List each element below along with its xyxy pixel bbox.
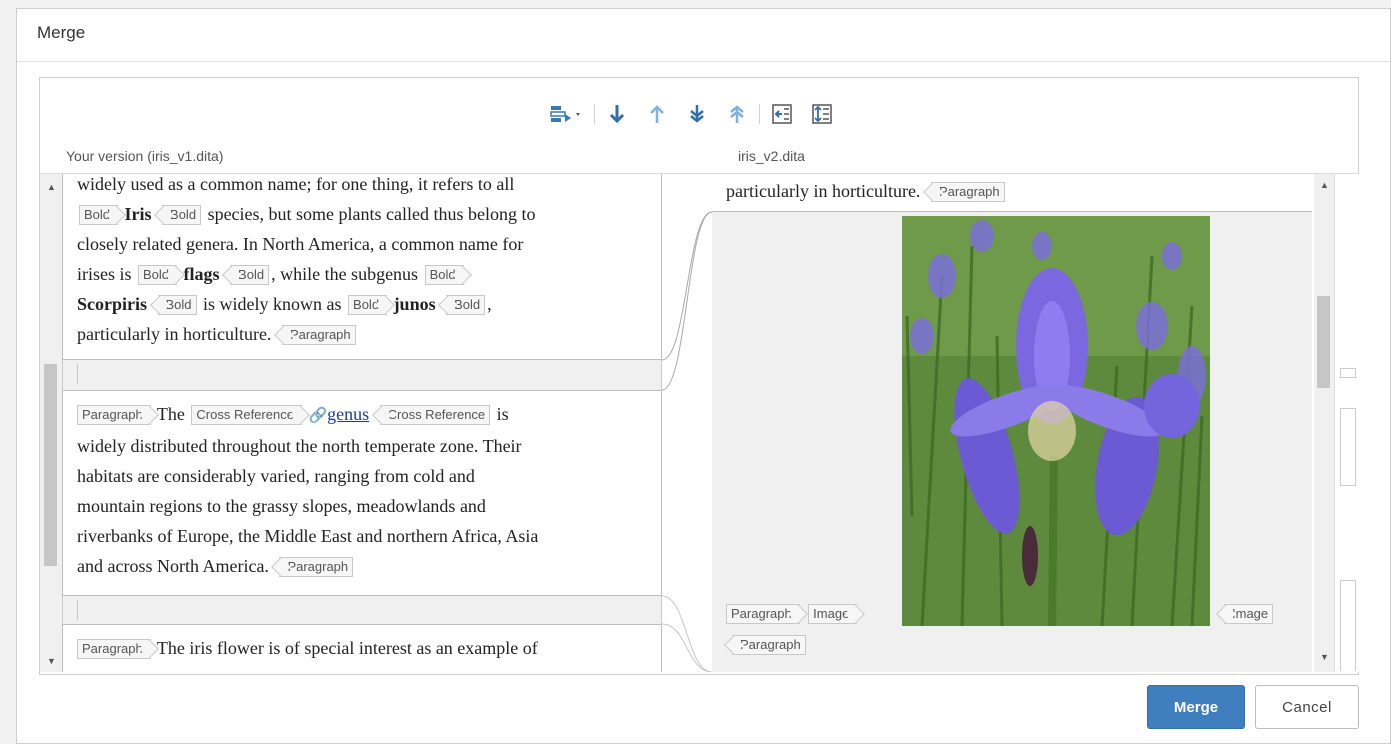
left-scrollbar[interactable]: ▲ ▼ <box>40 174 62 672</box>
text-line: widely distributed throughout the north … <box>77 436 522 456</box>
diff-gap <box>62 596 662 624</box>
text-line: Paragraph The Cross Reference 🔗genus Cro… <box>77 399 661 431</box>
merge-button[interactable]: Merge <box>1147 685 1245 729</box>
text-run: , while the subgenus <box>271 264 419 284</box>
cancel-button[interactable]: Cancel <box>1255 685 1359 729</box>
text-run: species, but some plants called thus bel… <box>207 204 536 224</box>
bold-tag: Bold <box>230 265 270 285</box>
paragraph-tag: Paragraph <box>281 325 356 345</box>
text-line: irises is Bold flags Bold, while the sub… <box>77 259 661 289</box>
bold-tag: Bold <box>162 205 202 225</box>
bold-flags: flags <box>183 264 220 284</box>
text-line: Bold Iris Bold species, but some plants … <box>77 199 661 229</box>
bold-tag: Bold <box>138 265 178 285</box>
text-run: , <box>487 294 492 314</box>
right-scrollbar[interactable]: ▲ ▼ <box>1314 174 1334 672</box>
bold-tag: Bold <box>79 205 119 225</box>
left-block-1: widely used as a common name; for one th… <box>62 174 662 360</box>
image-block: Paragraph Image Image Paragraph <box>712 212 1312 672</box>
bold-scorpiris: Scorpiris <box>77 294 147 314</box>
bold-tag: Bold <box>446 295 486 315</box>
paragraph-tag: Paragraph <box>732 635 806 655</box>
genus-link[interactable]: genus <box>327 404 369 424</box>
bold-tag: Bold <box>424 265 464 285</box>
text-line: mountain regions to the grassy slopes, m… <box>77 496 486 516</box>
text-line: Paragraph The iris flower is of special … <box>77 633 661 663</box>
text-run: The <box>156 404 185 424</box>
toolbar-separator <box>594 104 595 124</box>
overview-marker[interactable] <box>1340 368 1356 378</box>
text-run: particularly in horticulture. <box>726 181 921 201</box>
toolbar-separator <box>759 104 760 124</box>
left-scroll-thumb[interactable] <box>44 364 57 566</box>
text-line: riverbanks of Europe, the Middle East an… <box>77 526 539 546</box>
paragraph-tag: Paragraph <box>726 604 800 624</box>
text-run: irises is <box>77 264 132 284</box>
accept-left-icon[interactable] <box>770 102 794 126</box>
accept-all-icon[interactable] <box>810 102 834 126</box>
merge-mode-icon[interactable] <box>548 102 584 126</box>
right-block-1: particularly in horticulture. Paragraph <box>712 174 1312 212</box>
title-divider <box>17 61 1390 62</box>
image-tags-bottom: Paragraph <box>726 635 808 655</box>
text-line: and across North America. Paragraph <box>77 551 661 581</box>
text-run: and across North America. <box>77 556 269 576</box>
bold-tag: Bold <box>348 295 388 315</box>
image-tags-left: Paragraph Image <box>726 604 859 624</box>
text-line: widely used as a common name; for one th… <box>77 174 515 194</box>
text-line: habitats are considerably varied, rangin… <box>77 466 475 486</box>
previous-change-icon[interactable] <box>645 102 669 126</box>
image-tags-right: Image <box>1218 604 1275 624</box>
next-change-icon[interactable] <box>605 102 629 126</box>
merge-toolbar <box>540 102 842 126</box>
scroll-up-icon[interactable]: ▲ <box>1320 180 1329 190</box>
paragraph-tag: Paragraph <box>279 557 354 577</box>
paragraph-tag: Paragraph <box>77 405 151 425</box>
overview-viewport[interactable] <box>1340 408 1356 486</box>
left-block-2: Paragraph The Cross Reference 🔗genus Cro… <box>62 390 662 596</box>
text-run: is <box>496 404 509 424</box>
scroll-up-icon[interactable]: ▲ <box>47 182 56 192</box>
diff-connector <box>661 174 713 673</box>
last-change-icon[interactable] <box>685 102 709 126</box>
left-version-label: Your version (iris_v1.dita) <box>66 148 224 164</box>
right-version-label: iris_v2.dita <box>738 148 805 164</box>
text-line: particularly in horticulture. Paragraph <box>77 319 661 349</box>
text-run: The iris flower is of special interest a… <box>156 638 538 658</box>
link-icon: 🔗 <box>308 408 328 424</box>
dialog-title: Merge <box>37 23 86 42</box>
bold-junos: junos <box>393 294 436 314</box>
left-document-pane[interactable]: widely used as a common name; for one th… <box>62 174 662 672</box>
iris-image[interactable] <box>902 216 1210 627</box>
right-scroll-thumb[interactable] <box>1317 296 1330 388</box>
overview-strip[interactable] <box>1334 174 1359 672</box>
diff-gap <box>62 360 662 390</box>
first-change-icon[interactable] <box>725 102 749 126</box>
overview-marker[interactable] <box>1340 580 1356 671</box>
right-document-pane[interactable]: particularly in horticulture. Paragraph <box>712 174 1312 672</box>
merge-panel: Your version (iris_v1.dita) iris_v2.dita… <box>39 77 1359 675</box>
xref-tag: Cross Reference <box>379 405 491 425</box>
paragraph-tag: Paragraph <box>77 639 151 659</box>
left-block-3: Paragraph The iris flower is of special … <box>62 624 662 672</box>
text-run: is widely known as <box>203 294 342 314</box>
image-tag: Image <box>808 604 858 624</box>
text-line: Scorpiris Bold is widely known as Bold j… <box>77 289 661 319</box>
text-line: closely related genera. In North America… <box>77 234 524 254</box>
bold-tag: Bold <box>157 295 197 315</box>
scroll-down-icon[interactable]: ▼ <box>1320 652 1329 662</box>
text-run: particularly in horticulture. <box>77 324 272 344</box>
bold-iris: Iris <box>124 204 152 224</box>
xref-tag: Cross Reference <box>191 405 302 425</box>
paragraph-tag: Paragraph <box>930 182 1005 202</box>
scroll-down-icon[interactable]: ▼ <box>47 656 56 666</box>
image-tag: Image <box>1224 604 1274 624</box>
merge-dialog: Merge Your version (iris_v1.dita) iris_v… <box>16 8 1391 744</box>
